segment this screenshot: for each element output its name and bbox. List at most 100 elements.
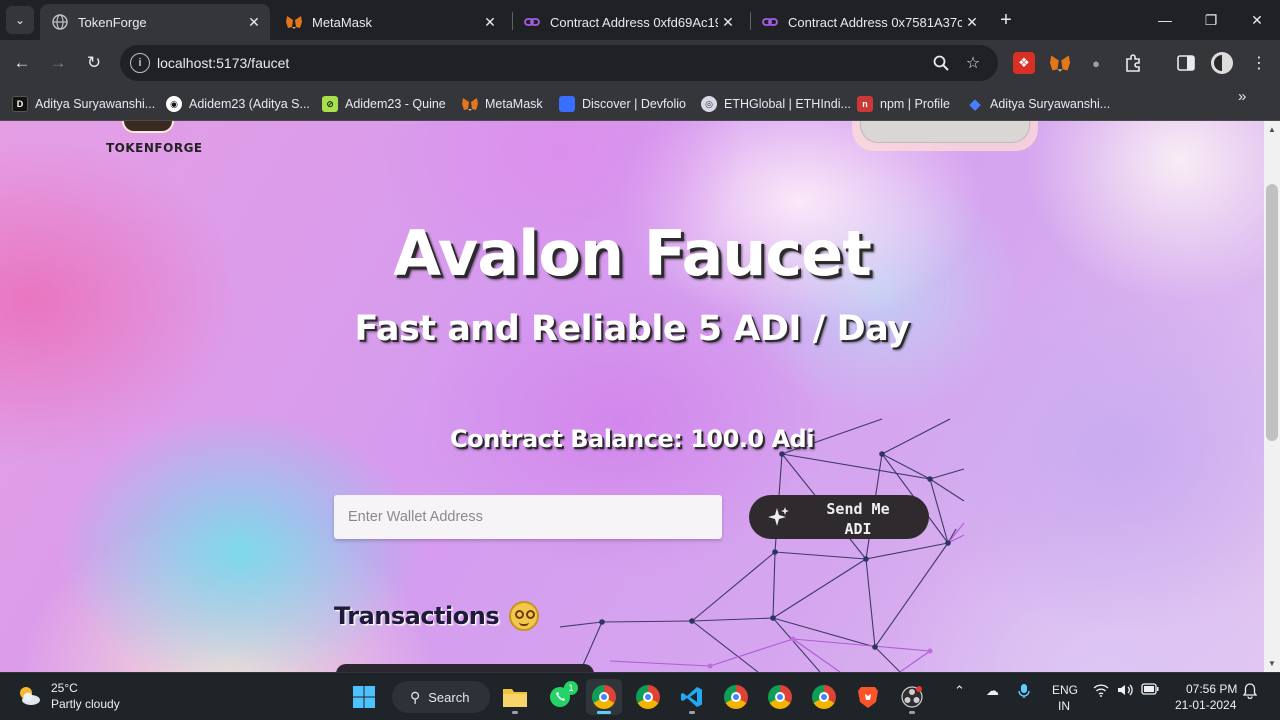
close-window-icon[interactable]: ✕ bbox=[1234, 0, 1280, 40]
bookmark-label: Aditya Suryawanshi... bbox=[35, 97, 156, 111]
page-title: Avalon Faucet bbox=[393, 217, 872, 290]
page-subtitle: Fast and Reliable 5 ADI / Day bbox=[354, 309, 910, 349]
tab-title: Contract Address 0xfd69Ac19B bbox=[550, 14, 718, 30]
reload-icon[interactable]: ↻ bbox=[80, 49, 108, 77]
search-label: Search bbox=[428, 689, 470, 705]
bookmarks-bar: D Aditya Suryawanshi... ◉ Adidem23 (Adit… bbox=[0, 86, 1280, 121]
bookmark-item[interactable]: Discover | Devfolio bbox=[559, 92, 686, 116]
url-text[interactable]: localhost:5173/faucet bbox=[157, 55, 289, 71]
clock-time[interactable]: 07:56 PM bbox=[1186, 682, 1237, 696]
bookmark-item[interactable]: ◎ ETHGlobal | ETHIndi... bbox=[701, 92, 851, 116]
close-icon[interactable]: ✕ bbox=[718, 12, 738, 32]
devfolio-icon bbox=[559, 96, 575, 112]
chevron-up-icon[interactable]: ⌃ bbox=[954, 683, 965, 699]
scrollbar-thumb[interactable] bbox=[1266, 184, 1278, 441]
more-bookmarks-icon[interactable]: » bbox=[1238, 88, 1246, 105]
tab-contract-address-1[interactable]: Contract Address 0xfd69Ac19B ✕ bbox=[512, 4, 744, 40]
windows-start-icon[interactable] bbox=[346, 679, 382, 715]
file-explorer-icon[interactable] bbox=[497, 679, 533, 715]
site-info-icon[interactable]: i bbox=[130, 53, 150, 73]
profile-avatar[interactable] bbox=[1211, 52, 1233, 74]
address-bar[interactable]: i localhost:5173/faucet ☆ bbox=[120, 45, 998, 81]
metamask-fox-icon bbox=[286, 14, 302, 30]
connect-wallet-button[interactable] bbox=[860, 121, 1030, 143]
scroll-up-icon[interactable]: ▲ bbox=[1268, 125, 1276, 134]
restore-icon[interactable]: ❐ bbox=[1188, 0, 1234, 40]
bookmark-item[interactable]: ◉ Adidem23 (Aditya S... bbox=[166, 92, 310, 116]
npm-icon: n bbox=[857, 96, 873, 112]
weather-temperature[interactable]: 25°C bbox=[51, 681, 78, 695]
logo-text[interactable]: TOKENFORGE bbox=[106, 141, 203, 155]
bookmark-item[interactable]: D Aditya Suryawanshi... bbox=[12, 92, 155, 116]
forward-icon[interactable]: → bbox=[44, 49, 72, 77]
metamask-fox-icon[interactable] bbox=[1049, 52, 1071, 74]
bookmark-label: Adidem23 - Quine bbox=[345, 97, 446, 111]
tab-strip: ⌄ TokenForge ✕ MetaMask ✕ Contract Addre… bbox=[0, 0, 1280, 40]
send-button-label: Send Me ADI bbox=[826, 500, 890, 538]
whatsapp-icon[interactable]: 1 bbox=[542, 679, 578, 715]
tab-tokenforge[interactable]: TokenForge ✕ bbox=[40, 4, 270, 40]
brave-icon[interactable] bbox=[850, 679, 886, 715]
notification-badge: 1 bbox=[564, 681, 578, 695]
minimize-icon[interactable]: — bbox=[1142, 0, 1188, 40]
weather-description[interactable]: Partly cloudy bbox=[51, 697, 120, 711]
chrome-profile-icon[interactable] bbox=[762, 679, 798, 715]
bookmark-star-icon[interactable]: ☆ bbox=[962, 52, 984, 74]
taskbar-search[interactable]: ⚲ Search bbox=[392, 681, 490, 713]
close-icon[interactable]: ✕ bbox=[480, 12, 500, 32]
contract-balance: Contract Balance: 100.0 Adi bbox=[450, 425, 814, 453]
more-menu-icon[interactable]: ⋮ bbox=[1248, 52, 1270, 74]
send-me-adi-button[interactable]: Send Me ADI bbox=[749, 495, 929, 539]
bookmark-label: MetaMask bbox=[485, 97, 543, 111]
wifi-icon[interactable] bbox=[1093, 683, 1109, 697]
side-panel-icon[interactable] bbox=[1175, 52, 1197, 74]
chrome-active-icon[interactable] bbox=[586, 679, 622, 715]
volume-icon[interactable] bbox=[1117, 683, 1133, 697]
close-icon[interactable]: ✕ bbox=[962, 12, 982, 32]
bookmark-item[interactable]: ⊘ Adidem23 - Quine bbox=[322, 92, 446, 116]
faucet-page: TOKENFORGE Avalon Faucet Fast and Reliab… bbox=[0, 121, 1264, 672]
github-icon: ◉ bbox=[166, 96, 182, 112]
diamond-icon: ◆ bbox=[969, 96, 981, 113]
tab-title: Contract Address 0x7581A37c5 bbox=[788, 14, 962, 30]
browser-toolbar: ← → ↻ i localhost:5173/faucet ☆ ❖ ● ⋮ bbox=[0, 40, 1280, 86]
bookmark-item[interactable]: MetaMask bbox=[462, 92, 543, 116]
bookmark-label: Adidem23 (Aditya S... bbox=[189, 97, 310, 111]
page-scrollbar[interactable]: ▲ ▼ bbox=[1264, 121, 1280, 672]
tab-contract-address-2[interactable]: Contract Address 0x7581A37c5 ✕ bbox=[750, 4, 988, 40]
transaction-card bbox=[336, 664, 594, 672]
microphone-icon[interactable] bbox=[1018, 683, 1030, 699]
devfolio-square-icon: D bbox=[12, 96, 28, 112]
bookmark-item[interactable]: n npm | Profile bbox=[857, 92, 950, 116]
chevron-down-icon: ⌄ bbox=[14, 13, 26, 27]
tab-search-button[interactable]: ⌄ bbox=[6, 6, 34, 34]
globe-icon bbox=[52, 14, 68, 30]
chrome-profile-icon[interactable] bbox=[806, 679, 842, 715]
scroll-down-icon[interactable]: ▼ bbox=[1268, 659, 1276, 668]
bookmark-label: npm | Profile bbox=[880, 97, 950, 111]
notification-bell-icon[interactable] bbox=[1243, 683, 1257, 699]
region-indicator[interactable]: IN bbox=[1058, 699, 1070, 713]
new-tab-button[interactable]: + bbox=[994, 8, 1018, 32]
bookmark-item[interactable]: ◆ Aditya Suryawanshi... bbox=[967, 92, 1110, 116]
language-indicator[interactable]: ENG bbox=[1052, 683, 1078, 697]
bookmark-label: Discover | Devfolio bbox=[582, 97, 686, 111]
bookmark-label: ETHGlobal | ETHIndi... bbox=[724, 97, 851, 111]
close-icon[interactable]: ✕ bbox=[244, 12, 264, 32]
partly-cloudy-icon[interactable] bbox=[16, 683, 42, 709]
extension-red-icon[interactable]: ❖ bbox=[1013, 52, 1035, 74]
wallet-address-input[interactable] bbox=[334, 495, 722, 539]
chrome-icon[interactable] bbox=[630, 679, 666, 715]
back-icon[interactable]: ← bbox=[8, 49, 36, 77]
obs-icon[interactable] bbox=[894, 679, 930, 715]
cloud-offline-icon[interactable]: ☁ bbox=[986, 683, 999, 699]
search-icon: ⚲ bbox=[410, 688, 421, 705]
chrome-profile-icon[interactable] bbox=[718, 679, 754, 715]
vscode-icon[interactable] bbox=[674, 679, 710, 715]
zoom-icon[interactable] bbox=[930, 52, 952, 74]
puzzle-extensions-icon[interactable] bbox=[1122, 52, 1144, 74]
extension-gray-icon[interactable]: ● bbox=[1085, 52, 1107, 74]
tab-metamask[interactable]: MetaMask ✕ bbox=[274, 4, 506, 40]
clock-date[interactable]: 21-01-2024 bbox=[1175, 698, 1236, 712]
battery-icon[interactable] bbox=[1141, 683, 1159, 695]
